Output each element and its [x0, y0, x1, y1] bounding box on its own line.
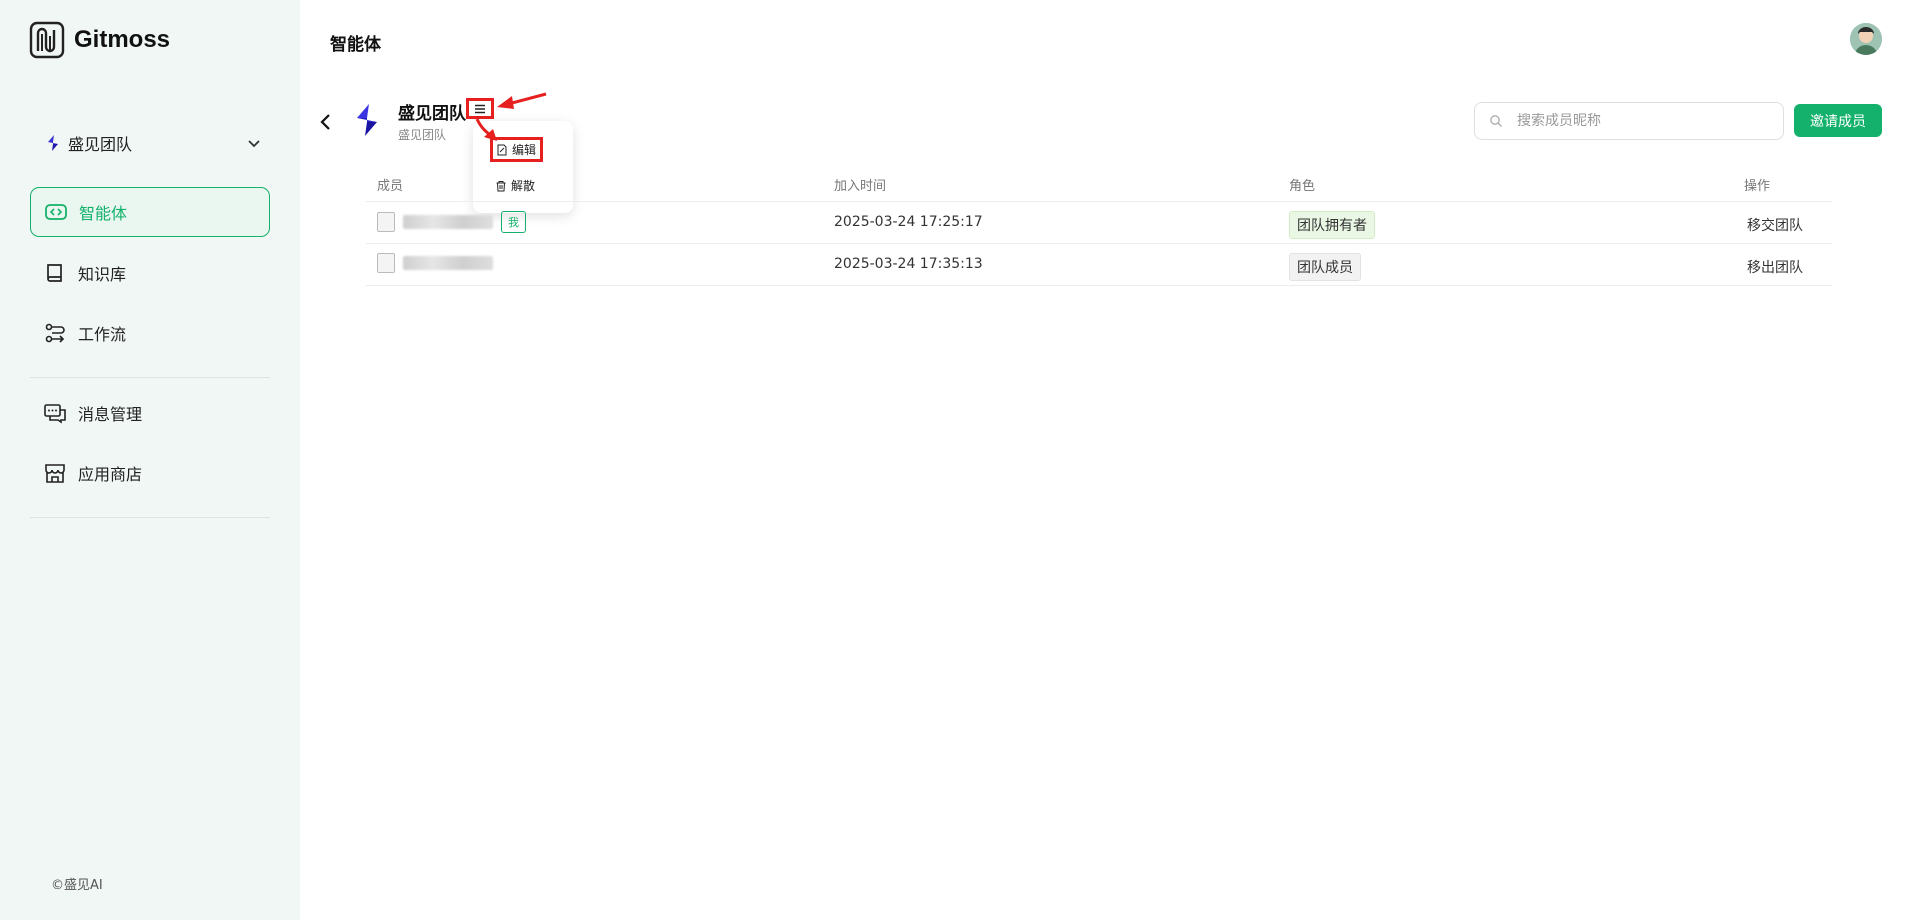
user-avatar[interactable] [1850, 23, 1882, 55]
role-badge: 团队拥有者 [1289, 211, 1375, 239]
member-cell: 我 [377, 211, 526, 233]
sidebar-item-knowledge[interactable]: 知识库 [30, 248, 270, 298]
member-avatar [377, 212, 395, 232]
column-header: 操作 [1744, 179, 1771, 194]
member-search[interactable] [1474, 102, 1784, 140]
me-tag: 我 [501, 211, 526, 233]
member-name-redacted [403, 256, 493, 270]
column-header: 加入时间 [834, 179, 887, 194]
search-input[interactable] [1517, 113, 1757, 129]
sidebar-item-label: 消息管理 [78, 405, 143, 424]
page-title: 智能体 [330, 35, 381, 55]
menu-item-label: 编辑 [512, 143, 537, 157]
sidebar-item-label: 知识库 [78, 265, 127, 284]
team-subtitle: 盛见团队 [398, 128, 447, 142]
team-selector[interactable]: 盛见团队 [30, 128, 262, 158]
chevron-down-icon [248, 140, 260, 148]
member-name-redacted [403, 215, 493, 229]
menu-item-edit[interactable]: 编辑 [490, 137, 544, 162]
book-icon [47, 264, 62, 282]
invite-member-button[interactable]: 邀请成员 [1794, 104, 1882, 137]
copyright-text: ©盛见AI [51, 878, 103, 893]
team-menu-button[interactable] [466, 98, 494, 119]
back-arrow-icon[interactable] [316, 110, 336, 134]
sidebar-item-workflow[interactable]: 工作流 [30, 308, 270, 358]
member-cell [377, 253, 493, 273]
join-time: 2025-03-24 17:35:13 [834, 256, 983, 272]
team-title: 盛见团队 [398, 104, 466, 124]
sidebar-item-store[interactable]: 应用商店 [30, 448, 270, 498]
gitmoss-logo-icon [29, 21, 65, 59]
table-header: 成员 加入时间 角色 操作 [366, 168, 1832, 202]
sidebar-divider [30, 517, 270, 518]
logo[interactable]: Gitmoss [29, 21, 170, 59]
search-icon [1490, 115, 1502, 127]
sidebar: Gitmoss 盛见团队 智能体 知识库 工作流 消息管理 应用商店 ©盛见AI [0, 0, 300, 920]
hamburger-icon [475, 104, 485, 113]
table-row: 2025-03-24 17:35:13 团队成员 移出团队 [366, 244, 1832, 286]
team-logo-icon [357, 104, 377, 136]
team-selector-label: 盛见团队 [68, 135, 133, 154]
table-row: 我 2025-03-24 17:25:17 团队拥有者 移交团队 [366, 202, 1832, 244]
column-header: 角色 [1289, 179, 1316, 194]
column-header: 成员 [377, 179, 404, 194]
sidebar-item-label: 智能体 [79, 204, 128, 223]
app-root: Gitmoss 盛见团队 智能体 知识库 工作流 消息管理 应用商店 ©盛见AI… [0, 0, 1912, 920]
role-badge: 团队成员 [1289, 253, 1361, 281]
sidebar-divider [30, 377, 270, 378]
member-avatar [377, 253, 395, 273]
sidebar-item-label: 工作流 [78, 325, 127, 344]
team-logo-icon [48, 135, 58, 151]
avatar-icon [1850, 23, 1882, 55]
message-icon [44, 404, 66, 424]
member-table: 成员 加入时间 角色 操作 我 2025-03-24 17:25:17 团队拥有… [366, 168, 1832, 286]
transfer-team-link[interactable]: 移交团队 [1747, 215, 1803, 235]
sidebar-item-label: 应用商店 [78, 465, 143, 484]
agent-icon [45, 204, 67, 220]
sidebar-item-messages[interactable]: 消息管理 [30, 388, 270, 438]
sidebar-item-agents[interactable]: 智能体 [30, 187, 270, 237]
join-time: 2025-03-24 17:25:17 [834, 214, 983, 230]
edit-icon [497, 144, 507, 155]
remove-member-link[interactable]: 移出团队 [1747, 257, 1803, 277]
app-name: Gitmoss [74, 26, 171, 53]
store-icon [45, 464, 65, 483]
workflow-icon [45, 323, 65, 343]
